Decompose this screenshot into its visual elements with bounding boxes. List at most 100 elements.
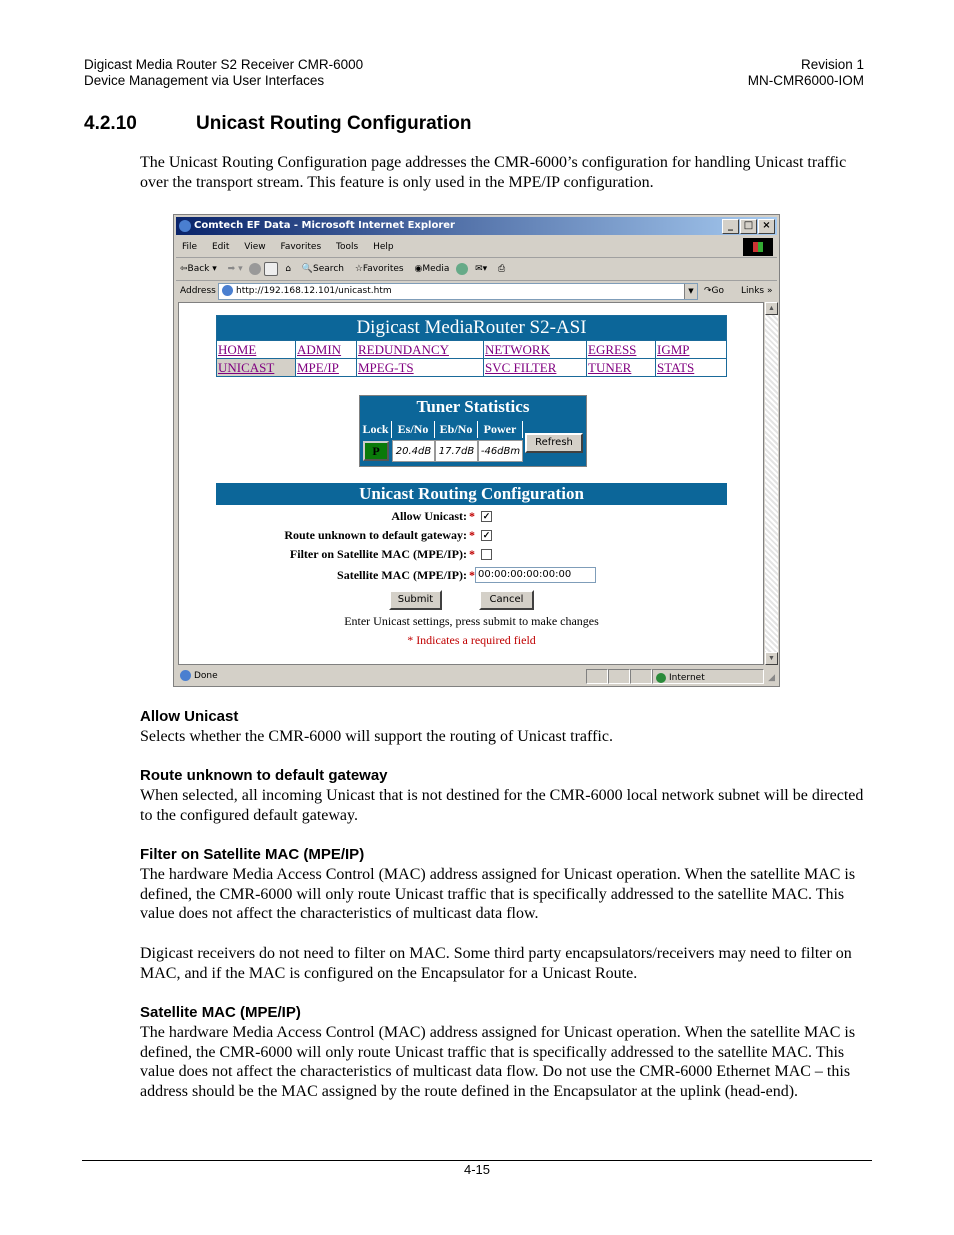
nav-egress[interactable]: EGRESS: [588, 342, 636, 357]
nav-home[interactable]: HOME: [218, 342, 256, 357]
esno-value: 20.4dB: [392, 440, 435, 462]
doc-header-right: Revision 1 MN-CMR6000-IOM: [748, 57, 864, 89]
address-bar: Address http://192.168.12.101/unicast.ht…: [176, 281, 777, 301]
filter-mac-label: Filter on Satellite MAC (MPE/IP):: [289, 547, 467, 561]
minimize-button[interactable]: _: [722, 219, 739, 234]
status-segment: [630, 669, 652, 684]
doc-title: Digicast Media Router S2 Receiver CMR-60…: [84, 57, 364, 72]
section-number: 4.2.10: [84, 113, 137, 134]
back-arrow-icon: ⇦: [180, 264, 188, 274]
heading-satellite-mac: Satellite MAC (MPE/IP): [140, 1004, 301, 1021]
lock-status-indicator: P: [363, 441, 389, 461]
cancel-button[interactable]: Cancel: [479, 590, 534, 610]
banner-title: Digicast MediaRouter S2-ASI: [216, 315, 727, 341]
title-bar: Comtech EF Data - Microsoft Internet Exp…: [176, 217, 777, 235]
section-title: Unicast Routing Configuration: [196, 113, 472, 134]
refresh-button[interactable]: Refresh: [525, 433, 583, 453]
nav-svc-filter[interactable]: SVC FILTER: [485, 360, 556, 375]
col-power: Power: [478, 421, 523, 438]
nav-table: Digicast MediaRouter S2-ASI HOME ADMIN R…: [216, 315, 727, 377]
doc-subtitle: Device Management via User Interfaces: [84, 73, 325, 88]
section-intro: The Unicast Routing Configuration page a…: [140, 154, 847, 191]
menu-favorites[interactable]: Favorites: [280, 242, 321, 252]
doc-number: MN-CMR6000-IOM: [747, 73, 864, 88]
allow-unicast-label: Allow Unicast:: [391, 509, 467, 523]
menu-view[interactable]: View: [244, 242, 265, 252]
media-button[interactable]: ◉Media: [414, 264, 449, 274]
scroll-up-icon[interactable]: ▲: [765, 302, 778, 315]
nav-mpeg-ts[interactable]: MPEG-TS: [358, 360, 414, 375]
nav-network[interactable]: NETWORK: [485, 342, 550, 357]
globe-icon: [656, 672, 666, 683]
nav-admin[interactable]: ADMIN: [297, 342, 341, 357]
col-esno: Es/No: [392, 421, 435, 438]
satellite-mac-input[interactable]: 00:00:00:00:00:00: [475, 567, 596, 583]
nav-mpe-ip[interactable]: MPE/IP: [297, 360, 339, 375]
maximize-button[interactable]: □: [740, 219, 757, 234]
desc-filter-mac-2: Digicast receivers do not need to filter…: [140, 945, 852, 982]
back-button[interactable]: ⇦Back ▾: [180, 264, 217, 274]
browser-window: Comtech EF Data - Microsoft Internet Exp…: [173, 214, 780, 687]
stop-icon[interactable]: [249, 262, 262, 275]
doc-revision: Revision 1: [800, 57, 864, 72]
desc-satellite-mac: The hardware Media Access Control (MAC) …: [140, 1024, 856, 1101]
favorites-button[interactable]: ☆Favorites: [355, 264, 404, 274]
route-unknown-checkbox[interactable]: ✓: [481, 530, 492, 541]
nav-unicast[interactable]: UNICAST: [218, 360, 274, 375]
filter-mac-checkbox[interactable]: [481, 549, 492, 560]
address-input[interactable]: http://192.168.12.101/unicast.htm ▼: [218, 283, 698, 300]
col-ebno: Eb/No: [435, 421, 478, 438]
window-title: Comtech EF Data - Microsoft Internet Exp…: [194, 220, 455, 231]
links-button[interactable]: Links »: [741, 281, 773, 301]
allow-unicast-checkbox[interactable]: ✓: [481, 511, 492, 522]
menu-file[interactable]: File: [182, 242, 197, 252]
search-icon: 🔍: [301, 264, 314, 274]
desc-route-unknown: When selected, all incoming Unicast that…: [140, 787, 864, 824]
address-label: Address: [180, 286, 216, 296]
ie-icon: [179, 220, 191, 232]
submit-button[interactable]: Submit: [389, 590, 442, 610]
power-value: -46dBm: [478, 440, 523, 462]
col-lock: Lock: [360, 421, 392, 438]
status-text: Done: [194, 671, 218, 681]
vertical-scrollbar[interactable]: ▲ ▼: [765, 302, 778, 665]
search-button[interactable]: 🔍Search: [302, 264, 344, 274]
zone-text: Internet: [669, 673, 705, 683]
forward-arrow-icon: ➡: [227, 264, 236, 274]
menu-tools[interactable]: Tools: [336, 242, 358, 252]
home-icon[interactable]: ⌂: [285, 264, 291, 274]
toolbar: ⇦Back ▾ ➡ ▾ ⌂ 🔍Search ☆Favorites ◉Media …: [176, 258, 777, 281]
nav-tuner[interactable]: TUNER: [588, 360, 631, 375]
desc-filter-mac-1: The hardware Media Access Control (MAC) …: [140, 866, 856, 923]
route-unknown-label: Route unknown to default gateway:: [284, 528, 467, 542]
required-marker: *: [469, 509, 475, 523]
nav-redundancy[interactable]: REDUNDANCY: [358, 342, 449, 357]
resize-grip-icon[interactable]: ◢: [768, 670, 775, 686]
field-satellite-mac: Satellite MAC (MPE/IP): * 00:00:00:00:00:…: [216, 566, 727, 584]
address-dropdown-icon[interactable]: ▼: [684, 284, 697, 299]
go-button[interactable]: ↷Go: [704, 281, 724, 301]
required-field-note: * Indicates a required field: [407, 633, 536, 647]
page-icon: [222, 285, 233, 296]
desc-allow-unicast: Selects whether the CMR-6000 will suppor…: [140, 728, 613, 745]
ebno-value: 17.7dB: [435, 440, 478, 462]
footer-rule: [82, 1160, 872, 1161]
nav-stats[interactable]: STATS: [657, 360, 694, 375]
close-button[interactable]: ×: [758, 219, 775, 234]
mail-icon[interactable]: ✉▾: [475, 264, 487, 274]
menu-edit[interactable]: Edit: [212, 242, 229, 252]
address-value: http://192.168.12.101/unicast.htm: [236, 286, 392, 296]
go-arrow-icon: ↷: [704, 286, 712, 296]
status-segment: [608, 669, 630, 684]
nav-igmp[interactable]: IGMP: [657, 342, 690, 357]
scroll-down-icon[interactable]: ▼: [765, 652, 778, 665]
page-viewport: Digicast MediaRouter S2-ASI HOME ADMIN R…: [178, 302, 764, 665]
history-icon[interactable]: [456, 262, 469, 275]
menu-help[interactable]: Help: [373, 242, 394, 252]
print-icon[interactable]: ⎙: [498, 264, 505, 274]
doc-header-left: Digicast Media Router S2 Receiver CMR-60…: [84, 57, 363, 89]
forward-button[interactable]: ➡ ▾: [228, 264, 243, 274]
form-title: Unicast Routing Configuration: [216, 483, 727, 505]
refresh-icon[interactable]: [264, 261, 279, 276]
zone-panel: Internet: [652, 669, 764, 684]
